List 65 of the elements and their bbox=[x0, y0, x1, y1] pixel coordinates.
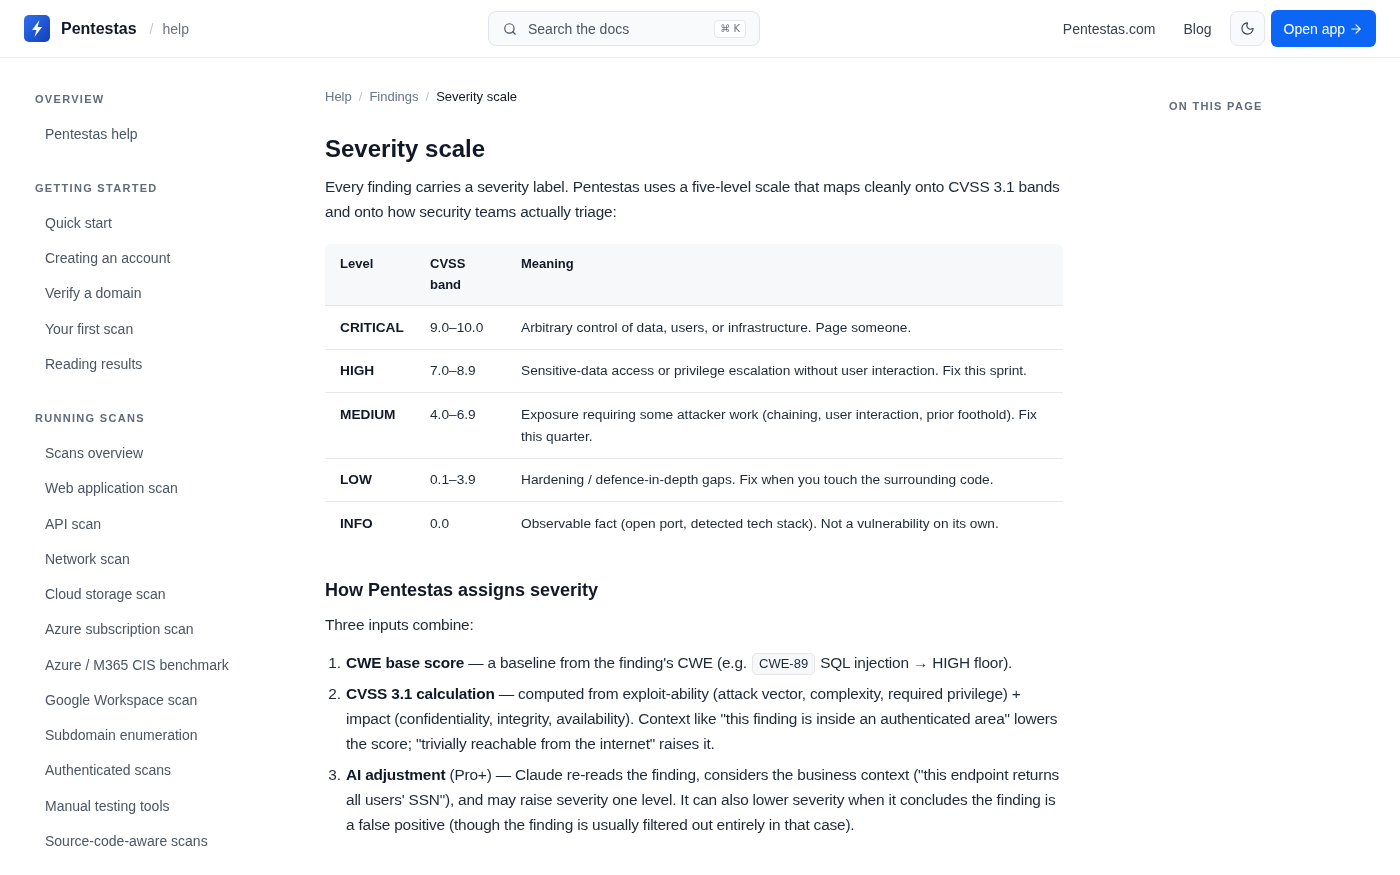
table-cell: 9.0–10.0 bbox=[415, 306, 506, 350]
sidebar-link[interactable]: Google Workspace scan bbox=[45, 682, 198, 718]
list-item-text: AI adjustment (Pro+) — Claude re-reads the finding, considers the business context ("this endpoint returns all users' SSN"), and may raise severity one level. It can also lower severity when it concludes the finding is a false positive (though the finding is usually filtered out entirely in that case). bbox=[346, 765, 1061, 835]
table-cell: MEDIUM bbox=[325, 393, 415, 459]
open-app-button[interactable]: Open app bbox=[1270, 10, 1376, 47]
sidebar-link[interactable]: Azure subscription scan bbox=[45, 611, 194, 647]
sidebar-link[interactable]: Scans overview bbox=[45, 435, 144, 471]
table-cell-text: INFO bbox=[339, 514, 374, 533]
list-number: 2. bbox=[327, 684, 342, 704]
sidebar-link[interactable]: Azure / M365 CIS benchmark bbox=[45, 647, 229, 683]
column-header: CVSS band bbox=[415, 244, 506, 306]
sidebar-link[interactable]: Creating an account bbox=[45, 240, 171, 276]
toc-heading: ON THIS PAGE bbox=[1169, 99, 1264, 113]
sidebar-heading: RUNNING SCANS bbox=[35, 411, 145, 426]
sidebar-link[interactable]: Cloud storage scan bbox=[45, 576, 166, 612]
breadcrumb-link[interactable]: Findings bbox=[369, 88, 419, 106]
sidebar-link[interactable]: Your first scan bbox=[45, 311, 134, 347]
table-cell: HIGH bbox=[325, 349, 415, 393]
table-cell: CRITICAL bbox=[325, 306, 415, 350]
sidebar-link[interactable]: Manual testing tools bbox=[45, 788, 170, 824]
sidebar-link[interactable]: Web application scan bbox=[45, 470, 178, 506]
sidebar-link[interactable]: Source-code-aware scans bbox=[45, 823, 208, 859]
sidebar-link[interactable]: Quick start bbox=[45, 205, 112, 241]
sidebar-link[interactable]: API scan bbox=[45, 506, 102, 542]
sidebar-link[interactable]: Reading results bbox=[45, 346, 143, 382]
sidebar-link[interactable]: Pentestas help bbox=[45, 116, 138, 152]
section-name: help bbox=[162, 20, 189, 37]
breadcrumb-link[interactable]: Help bbox=[325, 88, 352, 106]
list-number: 3. bbox=[327, 765, 342, 785]
column-header: Level bbox=[325, 244, 415, 306]
lightning-logo-icon bbox=[24, 15, 50, 42]
search-icon bbox=[503, 21, 517, 36]
table-cell-text: Observable fact (open port, detected tech stack). Not a vulnerability on its own. bbox=[520, 514, 1000, 533]
sidebar-link[interactable]: Authenticated scans bbox=[45, 752, 172, 788]
brand-separator: / bbox=[149, 20, 154, 37]
brand-name[interactable]: Pentestas bbox=[61, 19, 137, 38]
sidebar-link[interactable]: Verify a domain bbox=[45, 275, 142, 311]
table-cell: Sensitive-data access or privilege escalation without user interaction. Fix this sprint. bbox=[506, 349, 1063, 393]
column-header: Meaning bbox=[506, 244, 1063, 306]
theme-toggle-button[interactable] bbox=[1229, 11, 1265, 46]
list-item-text: CVSS 3.1 calculation — computed from exploit-ability (attack vector, complexity, required privilege) + impact (confidentiality, integrity, availability). Context like "this finding is inside an authenticated area" lowers the score; "trivially reachable from the internet" raises it. bbox=[346, 684, 1059, 754]
sidebar-heading: GETTING STARTED bbox=[35, 180, 158, 196]
moon-icon bbox=[1239, 21, 1255, 36]
intro-text: Three inputs combine: bbox=[325, 615, 475, 635]
list-item-text: CWE base score — a baseline from the finding's CWE (e.g. CWE-89 SQL injection → HIGH floor). bbox=[346, 650, 1063, 675]
table-cell: 4.0–6.9 bbox=[415, 393, 506, 459]
sidebar-heading: OVERVIEW bbox=[35, 91, 105, 107]
table-cell: Exposure requiring some attacker work (chaining, user interaction, prior foothold). Fix this quarter. bbox=[506, 393, 1063, 459]
breadcrumb-link[interactable]: Severity scale bbox=[436, 88, 518, 106]
nav-link[interactable]: Pentestas.com bbox=[1062, 20, 1156, 37]
page-title: Severity scale bbox=[325, 134, 487, 164]
lead-paragraph: Every finding carries a severity label. Pentestas uses a five-level scale that maps cleanly onto CVSS 3.1 bands and onto how security teams actually triage: bbox=[325, 177, 1061, 222]
table-cell: LOW bbox=[325, 458, 415, 502]
list-number: 1. bbox=[327, 653, 342, 673]
nav-link[interactable]: Blog bbox=[1183, 20, 1212, 37]
table-cell: Hardening / defence-in-depth gaps. Fix when you touch the surrounding code. bbox=[506, 458, 1063, 502]
sidebar-link[interactable]: Network scan bbox=[45, 541, 130, 577]
table-cell: Arbitrary control of data, users, or infrastructure. Page someone. bbox=[506, 306, 1063, 350]
breadcrumb-separator: / bbox=[358, 88, 363, 106]
table-cell: 0.1–3.9 bbox=[415, 458, 506, 502]
sidebar-link[interactable]: Subdomain enumeration bbox=[45, 717, 198, 753]
breadcrumb-separator: / bbox=[425, 88, 430, 106]
section-heading: How Pentestas assigns severity bbox=[325, 578, 600, 602]
table-cell-text: 0.0 bbox=[429, 514, 451, 533]
table-cell: 7.0–8.9 bbox=[415, 349, 506, 393]
